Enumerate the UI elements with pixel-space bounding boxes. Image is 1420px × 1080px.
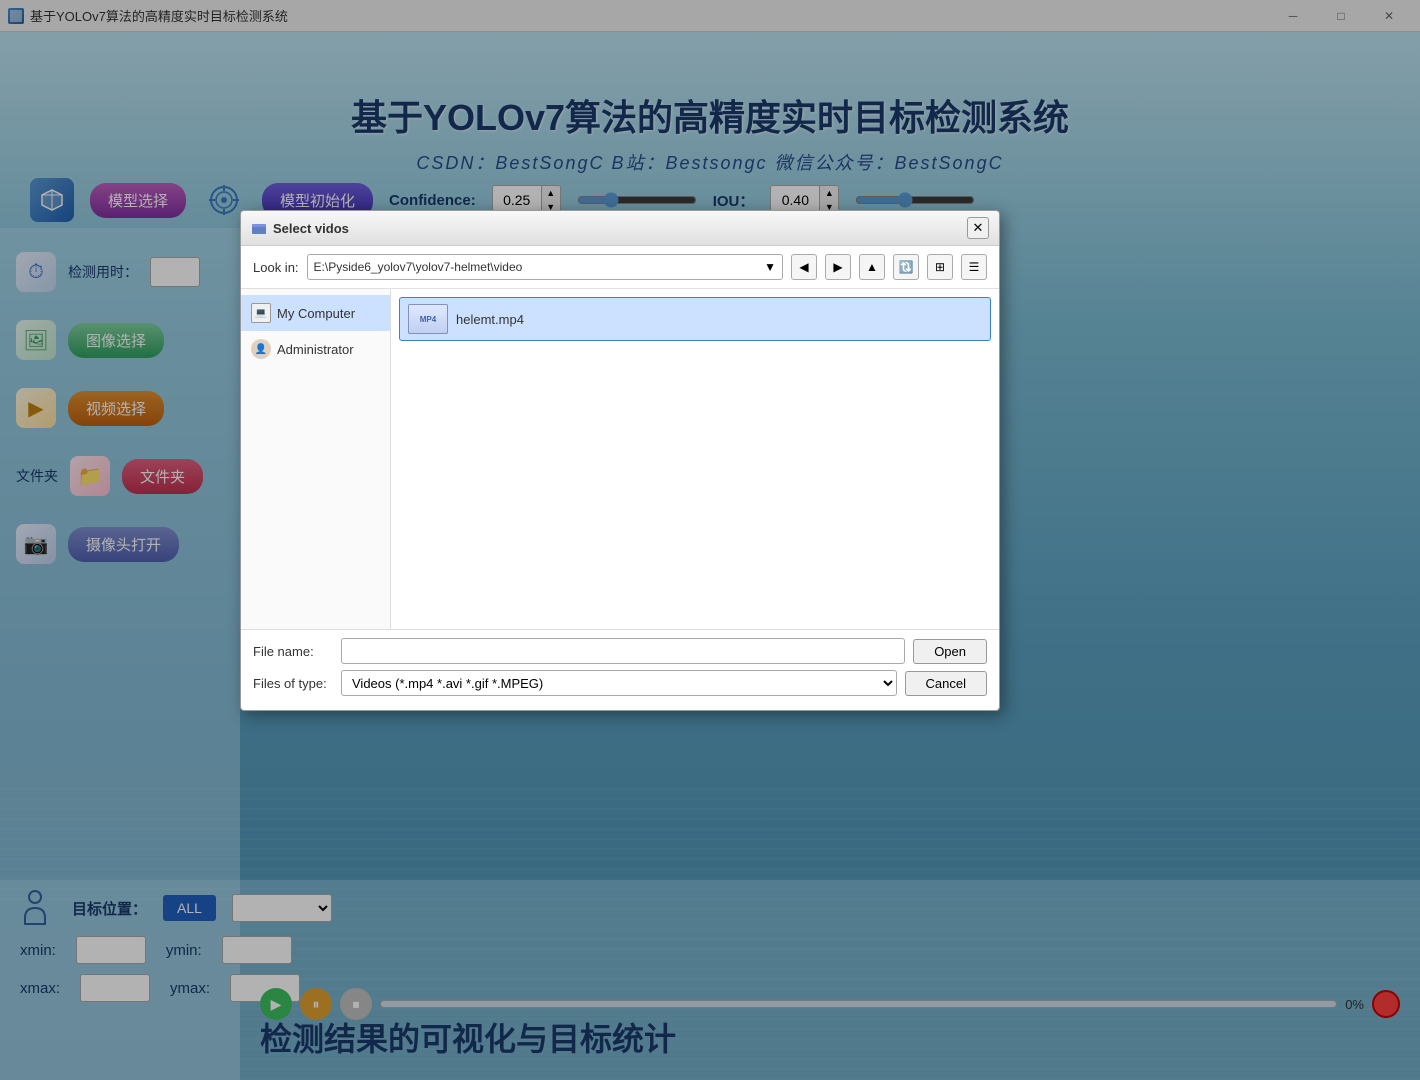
file-name-label: File name: bbox=[253, 644, 333, 659]
file-name-input[interactable] bbox=[341, 638, 905, 664]
open-button[interactable]: Open bbox=[913, 639, 987, 664]
file-type-select[interactable]: Videos (*.mp4 *.avi *.gif *.MPEG) bbox=[341, 670, 897, 696]
nav-refresh-button[interactable]: 🔃 bbox=[893, 254, 919, 280]
dialog-body: 💻 My Computer 👤 Administrator MP4 helemt… bbox=[241, 289, 999, 629]
dialog-title-bar: Select vidos ✕ bbox=[241, 211, 999, 246]
tree-item-admin-label: Administrator bbox=[277, 342, 354, 357]
nav-forward-button[interactable]: ▶ bbox=[825, 254, 851, 280]
cancel-button[interactable]: Cancel bbox=[905, 671, 987, 696]
file-item-name: helemt.mp4 bbox=[456, 312, 524, 327]
user-icon: 👤 bbox=[251, 339, 271, 359]
tree-item-computer[interactable]: 💻 My Computer bbox=[241, 295, 390, 331]
dialog-tree: 💻 My Computer 👤 Administrator bbox=[241, 289, 391, 629]
footer-row-filename: File name: Open bbox=[253, 638, 987, 664]
dialog-title-text: Select vidos bbox=[273, 221, 349, 236]
dialog-footer: File name: Open Files of type: Videos (*… bbox=[241, 629, 999, 710]
tree-item-computer-label: My Computer bbox=[277, 306, 355, 321]
file-item-helemt[interactable]: MP4 helemt.mp4 bbox=[399, 297, 991, 341]
path-text: E:\Pyside6_yolov7\yolov7-helmet\video bbox=[314, 260, 523, 274]
view-detail-button[interactable]: ☰ bbox=[961, 254, 987, 280]
path-combo[interactable]: E:\Pyside6_yolov7\yolov7-helmet\video ▼ bbox=[307, 254, 783, 280]
combo-arrow: ▼ bbox=[764, 260, 776, 274]
tree-item-admin[interactable]: 👤 Administrator bbox=[241, 331, 390, 367]
nav-up-button[interactable]: ▲ bbox=[859, 254, 885, 280]
dialog-files[interactable]: MP4 helemt.mp4 bbox=[391, 289, 999, 629]
modal-overlay: Select vidos ✕ Look in: E:\Pyside6_yolov… bbox=[0, 0, 1420, 1080]
dialog-icon bbox=[251, 220, 267, 236]
look-in-label: Look in: bbox=[253, 260, 299, 275]
files-of-type-label: Files of type: bbox=[253, 676, 333, 691]
footer-row-filetype: Files of type: Videos (*.mp4 *.avi *.gif… bbox=[253, 670, 987, 696]
mp4-icon: MP4 bbox=[408, 304, 448, 334]
dialog-close-button[interactable]: ✕ bbox=[967, 217, 989, 239]
nav-back-button[interactable]: ◀ bbox=[791, 254, 817, 280]
file-dialog: Select vidos ✕ Look in: E:\Pyside6_yolov… bbox=[240, 210, 1000, 711]
dialog-toolbar: Look in: E:\Pyside6_yolov7\yolov7-helmet… bbox=[241, 246, 999, 289]
view-list-button[interactable]: ⊞ bbox=[927, 254, 953, 280]
computer-icon: 💻 bbox=[251, 303, 271, 323]
dialog-title-left: Select vidos bbox=[251, 220, 349, 236]
